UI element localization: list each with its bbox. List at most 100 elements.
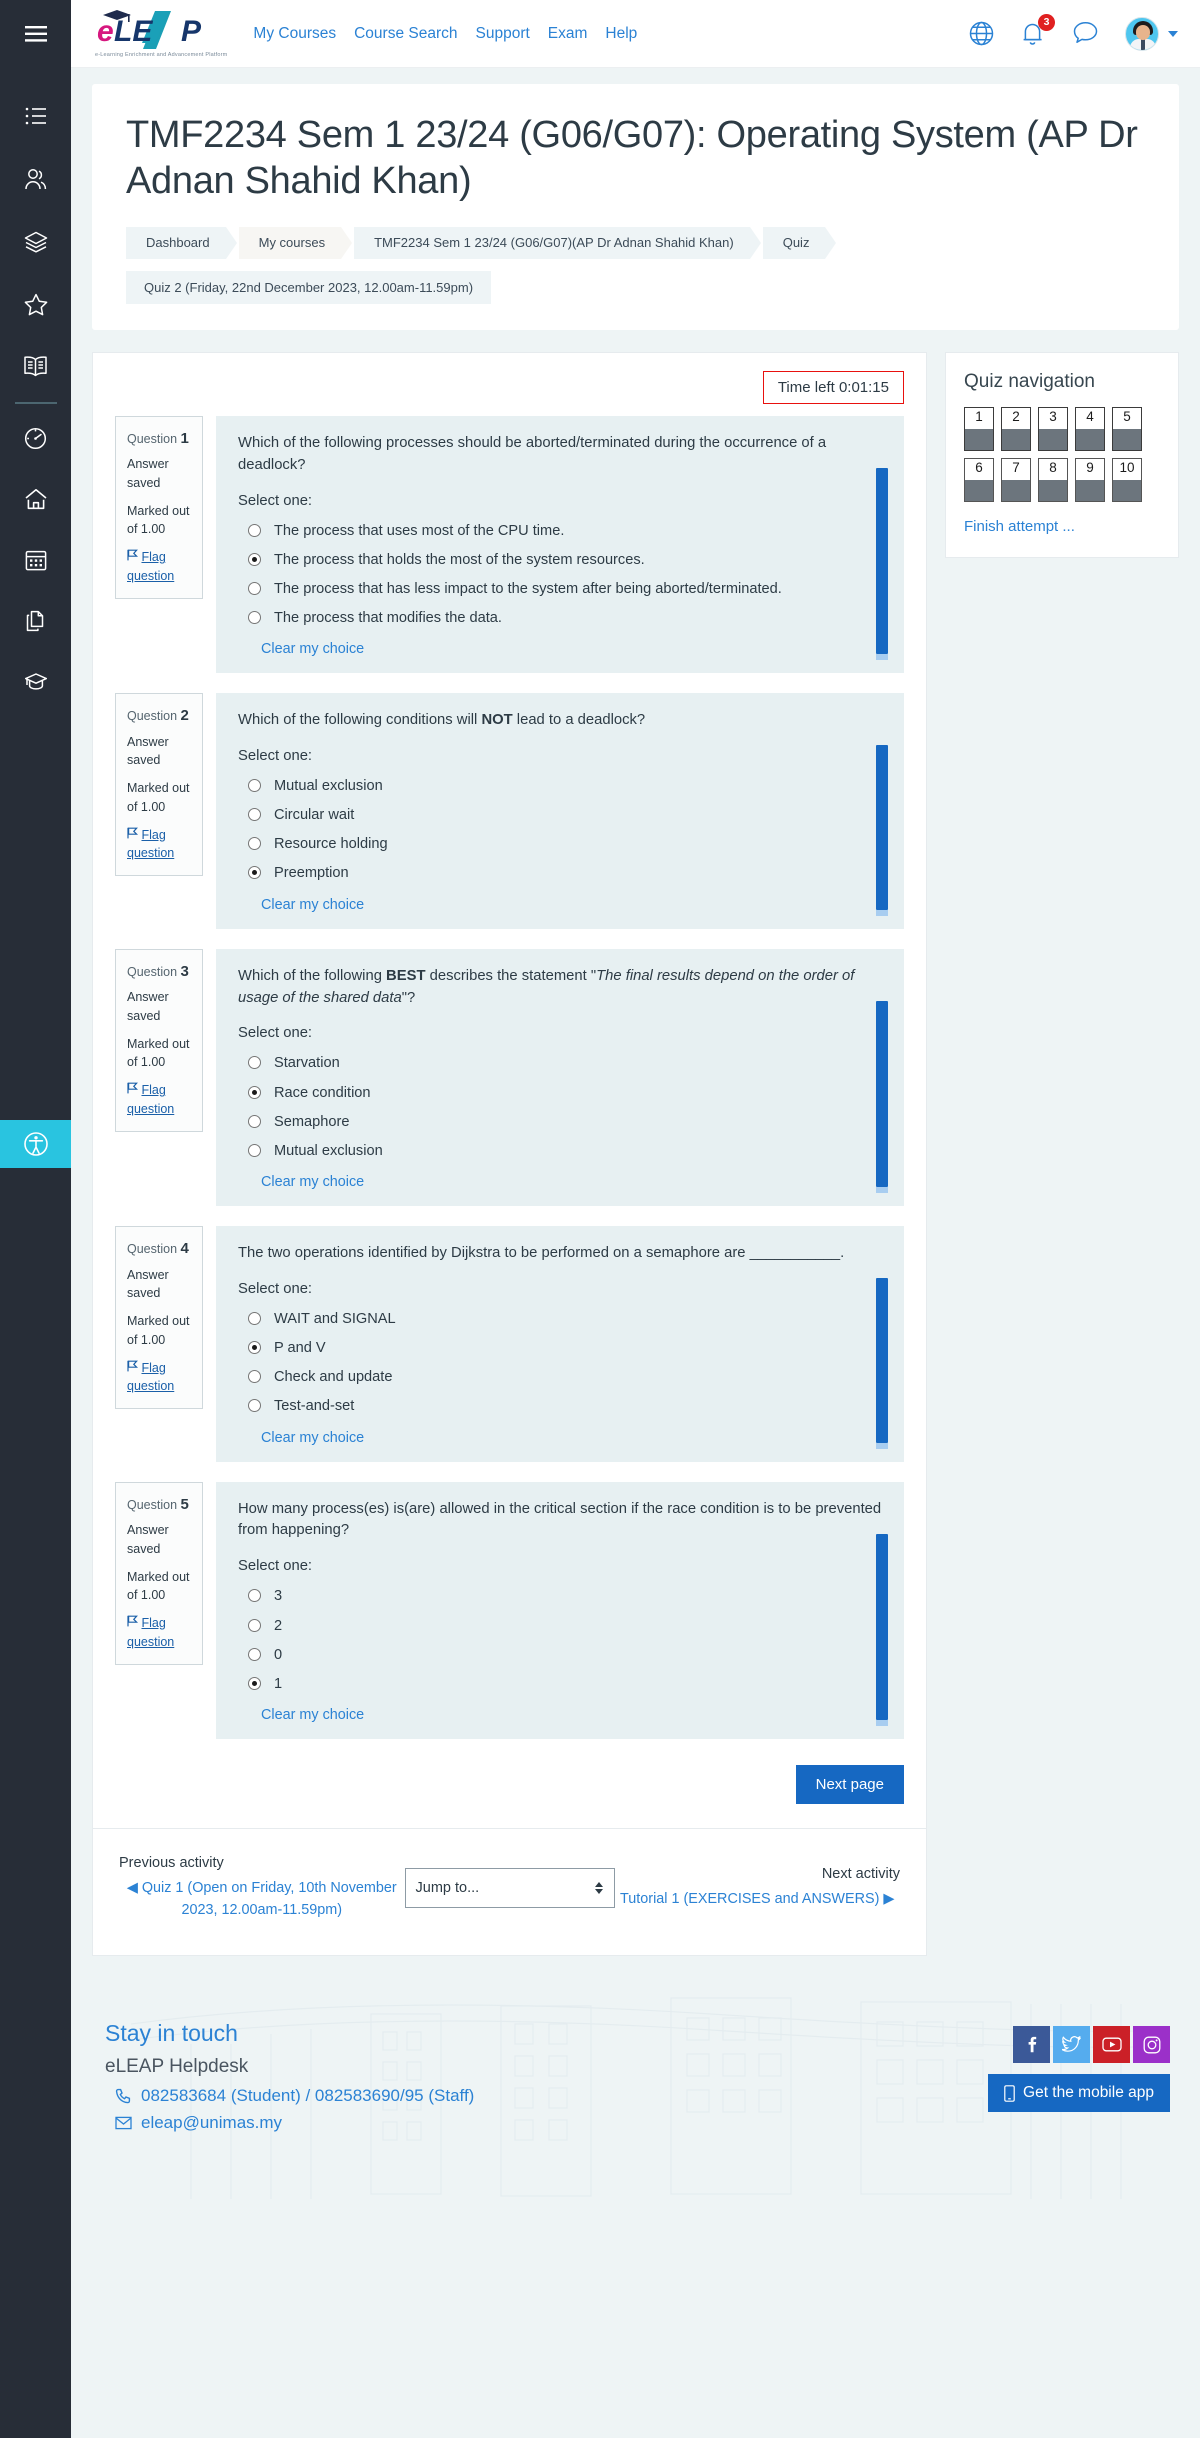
footer-email-link[interactable]: eleap@unimas.my xyxy=(141,2113,282,2133)
clear-my-choice-link[interactable]: Clear my choice xyxy=(261,1174,882,1190)
flag-question[interactable]: Flag question xyxy=(127,1081,193,1119)
flag-question[interactable]: Flag question xyxy=(127,1359,193,1397)
breadcrumb-item-my-courses[interactable]: My courses xyxy=(238,226,353,259)
option-row[interactable]: The process that holds the most of the s… xyxy=(238,546,882,575)
finish-attempt-link[interactable]: Finish attempt ... xyxy=(964,518,1160,535)
sidebar-item-list[interactable] xyxy=(0,92,71,140)
option-radio[interactable] xyxy=(248,779,261,793)
quiz-nav-question-5[interactable]: 5 xyxy=(1112,406,1142,451)
nav-course-search[interactable]: Course Search xyxy=(354,25,457,43)
nav-support[interactable]: Support xyxy=(476,25,530,43)
option-row[interactable]: Starvation xyxy=(238,1049,882,1078)
nav-exam[interactable]: Exam xyxy=(548,25,588,43)
option-radio[interactable] xyxy=(248,1676,261,1690)
sidebar-item-calendar[interactable] xyxy=(0,536,71,584)
sidebar-item-favourites[interactable] xyxy=(0,280,71,328)
breadcrumb-item-dashboard[interactable]: Dashboard xyxy=(126,226,237,259)
flag-question[interactable]: Flag question xyxy=(127,548,193,586)
chevron-down-icon[interactable] xyxy=(1168,30,1178,37)
option-row[interactable]: 2 xyxy=(238,1612,882,1641)
option-radio[interactable] xyxy=(248,1056,261,1070)
breadcrumb-item-quiz[interactable]: Quiz xyxy=(762,226,837,259)
sidebar-item-layers[interactable] xyxy=(0,218,71,266)
jump-to-select[interactable]: Jump to... xyxy=(404,1868,615,1909)
footer-phone-link[interactable]: 082583684 (Student) / 082583690/95 (Staf… xyxy=(141,2086,474,2106)
option-row[interactable]: Mutual exclusion xyxy=(238,1137,882,1166)
option-radio[interactable] xyxy=(248,552,261,566)
option-row[interactable]: 0 xyxy=(238,1641,882,1670)
option-radio[interactable] xyxy=(248,1589,261,1603)
sidebar-item-dashboard[interactable] xyxy=(0,414,71,462)
question-scrollbar[interactable] xyxy=(876,467,888,661)
option-row[interactable]: Preemption xyxy=(238,859,882,888)
option-radio[interactable] xyxy=(248,581,261,595)
quiz-nav-question-4[interactable]: 4 xyxy=(1075,406,1105,451)
option-radio[interactable] xyxy=(248,1370,261,1384)
question-scrollbar[interactable] xyxy=(876,1000,888,1194)
clear-my-choice-link[interactable]: Clear my choice xyxy=(261,897,882,913)
option-radio[interactable] xyxy=(248,808,261,822)
instagram-icon[interactable] xyxy=(1133,2026,1170,2064)
option-radio[interactable] xyxy=(248,1647,261,1661)
quiz-nav-question-1[interactable]: 1 xyxy=(964,406,994,451)
language-menu-button[interactable] xyxy=(969,21,995,47)
scrollbar-thumb[interactable] xyxy=(876,1278,888,1443)
option-radio[interactable] xyxy=(248,837,261,851)
messages-button[interactable] xyxy=(1073,21,1099,47)
option-row[interactable]: Circular wait xyxy=(238,801,882,830)
option-row[interactable]: 3 xyxy=(238,1582,882,1611)
option-row[interactable]: Mutual exclusion xyxy=(238,772,882,801)
scrollbar-thumb[interactable] xyxy=(876,1533,888,1720)
next-page-button[interactable]: Next page xyxy=(795,1764,904,1804)
scrollbar-track[interactable] xyxy=(876,1719,888,1726)
youtube-icon[interactable] xyxy=(1093,2026,1130,2064)
quiz-nav-question-3[interactable]: 3 xyxy=(1038,406,1068,451)
breadcrumb-item-quiz2[interactable]: Quiz 2 (Friday, 22nd December 2023, 12.0… xyxy=(126,270,492,304)
sidebar-item-my-courses[interactable] xyxy=(0,658,71,706)
option-radio[interactable] xyxy=(248,1311,261,1325)
quiz-nav-question-2[interactable]: 2 xyxy=(1001,406,1031,451)
option-radio[interactable] xyxy=(248,523,261,537)
option-row[interactable]: 1 xyxy=(238,1670,882,1699)
option-radio[interactable] xyxy=(248,1399,261,1413)
option-row[interactable]: The process that has less impact to the … xyxy=(238,575,882,604)
site-logo[interactable]: e LE P e-Learning Enrichment and Advance… xyxy=(95,9,227,58)
option-radio[interactable] xyxy=(248,1114,261,1128)
option-radio[interactable] xyxy=(248,610,261,624)
hamburger-menu-button[interactable] xyxy=(0,0,71,68)
nav-my-courses[interactable]: My Courses xyxy=(253,25,336,43)
option-row[interactable]: Test-and-set xyxy=(238,1392,882,1421)
facebook-icon[interactable] xyxy=(1013,2026,1050,2064)
twitter-icon[interactable] xyxy=(1053,2026,1090,2064)
quiz-nav-question-10[interactable]: 10 xyxy=(1112,457,1142,502)
scrollbar-thumb[interactable] xyxy=(876,745,888,910)
option-radio[interactable] xyxy=(248,866,261,880)
quiz-nav-question-6[interactable]: 6 xyxy=(964,457,994,502)
breadcrumb-item-course[interactable]: TMF2234 Sem 1 23/24 (G06/G07)(AP Dr Adna… xyxy=(354,226,761,259)
scrollbar-thumb[interactable] xyxy=(876,1000,888,1188)
scrollbar-thumb[interactable] xyxy=(876,467,888,655)
quiz-nav-question-7[interactable]: 7 xyxy=(1001,457,1031,502)
option-row[interactable]: Race condition xyxy=(238,1079,882,1108)
clear-my-choice-link[interactable]: Clear my choice xyxy=(261,1707,882,1723)
question-scrollbar[interactable] xyxy=(876,1278,888,1449)
clear-my-choice-link[interactable]: Clear my choice xyxy=(261,641,882,657)
option-row[interactable]: The process that uses most of the CPU ti… xyxy=(238,517,882,546)
sidebar-item-site-home[interactable] xyxy=(0,475,71,523)
option-row[interactable]: The process that modifies the data. xyxy=(238,604,882,633)
quiz-nav-question-9[interactable]: 9 xyxy=(1075,457,1105,502)
scrollbar-track[interactable] xyxy=(876,1187,888,1194)
option-row[interactable]: Semaphore xyxy=(238,1108,882,1137)
flag-question[interactable]: Flag question xyxy=(127,826,193,864)
option-radio[interactable] xyxy=(248,1341,261,1355)
option-row[interactable]: Resource holding xyxy=(238,830,882,859)
option-radio[interactable] xyxy=(248,1085,261,1099)
sidebar-item-private-files[interactable] xyxy=(0,597,71,645)
clear-my-choice-link[interactable]: Clear my choice xyxy=(261,1430,882,1446)
option-row[interactable]: P and V xyxy=(238,1334,882,1363)
quiz-nav-question-8[interactable]: 8 xyxy=(1038,457,1068,502)
user-menu[interactable] xyxy=(1125,16,1178,51)
option-row[interactable]: Check and update xyxy=(238,1363,882,1392)
avatar[interactable] xyxy=(1125,16,1159,51)
accessibility-toolbar-button[interactable] xyxy=(0,1120,71,1168)
